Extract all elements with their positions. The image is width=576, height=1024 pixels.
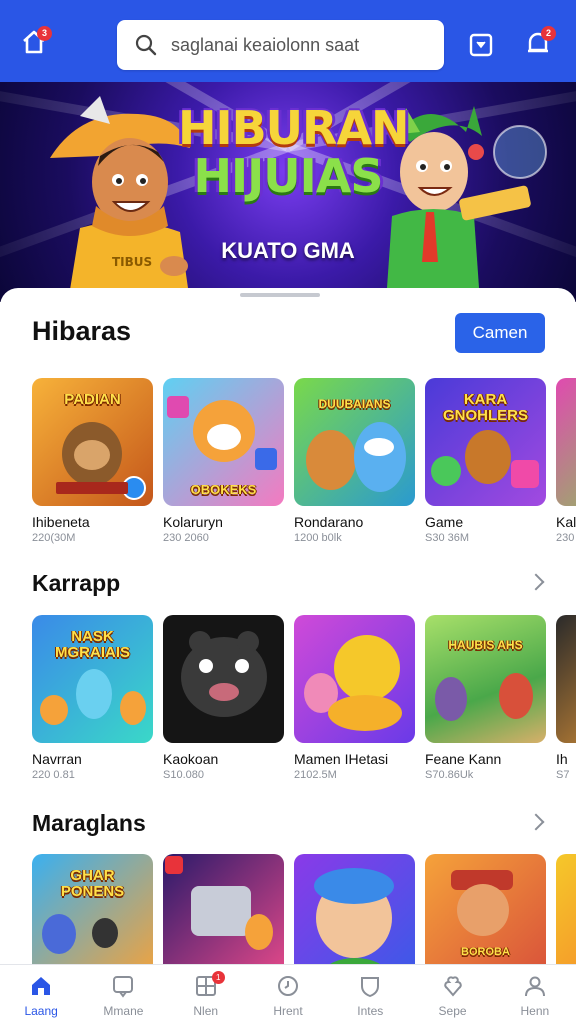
game-thumbnail: [163, 854, 284, 982]
game-card[interactable]: Kal 230: [556, 378, 576, 544]
game-thumbnail: GHAR PONENS: [32, 854, 153, 982]
game-card[interactable]: Kaokoan S10.080: [163, 615, 284, 781]
app-screen: 3 saglanai keaiolonn saat 2 TIBUS HIBURA…: [0, 0, 576, 1024]
game-row-1: PADIAN Ihibeneta 220(30M OBOKEKS Kolarur…: [32, 378, 576, 563]
game-thumbnail: KARA GNOHLERS: [425, 378, 546, 506]
bottom-navigation: Laang Mmane 1 Nlen Hrent Intes Sepe Henn: [0, 964, 576, 1024]
content-sheet: Hibaras Camen PADIAN Ihibeneta 220(30M O…: [0, 288, 576, 982]
nav-badge: 1: [211, 971, 225, 984]
game-card[interactable]: [163, 854, 284, 982]
chat-icon: [111, 974, 135, 998]
game-thumbnail: [294, 854, 415, 982]
top-bar: 3 saglanai keaiolonn saat 2: [0, 0, 576, 82]
game-thumbnail: [294, 615, 415, 743]
game-card[interactable]: [294, 854, 415, 982]
wallet-button[interactable]: [461, 25, 501, 65]
game-thumbnail: PADIAN: [32, 378, 153, 506]
game-card[interactable]: NASK MGRAIAIS Navrran 220 0.81: [32, 615, 153, 781]
nav-item-home[interactable]: Laang: [0, 965, 82, 1024]
game-card[interactable]: Ih S7: [556, 615, 576, 781]
game-thumbnail: [163, 615, 284, 743]
search-bar[interactable]: saglanai keaiolonn saat: [117, 20, 444, 70]
section-title-2: Karrapp: [32, 570, 121, 596]
game-thumbnail: DUUBAIANS: [294, 378, 415, 506]
nav-item-clock[interactable]: Hrent: [247, 965, 329, 1024]
profile-icon: [523, 974, 547, 998]
chevron-right-icon[interactable]: [527, 573, 545, 591]
game-card[interactable]: OBOKEKS Kolaruryn 230 2060: [163, 378, 284, 544]
clock-icon: [276, 974, 300, 998]
gift-icon: [441, 974, 465, 998]
game-thumbnail: HAUBIS AHS: [425, 615, 546, 743]
nav-item-shield[interactable]: Intes: [329, 965, 411, 1024]
notifications-button[interactable]: 2: [518, 22, 558, 62]
search-icon: [135, 34, 157, 56]
game-card[interactable]: KARA GNOHLERS Game S30 36M: [425, 378, 546, 544]
chevron-right-icon[interactable]: [527, 813, 545, 831]
game-card[interactable]: BOROBA: [425, 854, 546, 982]
nav-item-profile[interactable]: Henn: [494, 965, 576, 1024]
search-placeholder: saglanai keaiolonn saat: [171, 34, 360, 55]
section-title-3: Maraglans: [32, 810, 146, 836]
game-card[interactable]: Mamen IHetasi 2102.5M: [294, 615, 415, 781]
game-card[interactable]: [556, 854, 576, 982]
shield-icon: [358, 974, 382, 998]
game-card[interactable]: GHAR PONENS: [32, 854, 153, 982]
game-thumbnail: [556, 378, 576, 506]
game-thumbnail: OBOKEKS: [163, 378, 284, 506]
banner-subtitle: KUATO GMA: [221, 238, 355, 263]
drag-handle[interactable]: [240, 293, 320, 297]
wallet-icon: [469, 33, 493, 57]
game-card[interactable]: HAUBIS AHS Feane Kann S70.86Uk: [425, 615, 546, 781]
section-title-1: Hibaras: [32, 316, 132, 346]
nav-item-grid[interactable]: 1 Nlen: [165, 965, 247, 1024]
notification-badge: 2: [541, 26, 556, 41]
home-button[interactable]: 3: [14, 22, 54, 62]
game-row-2: NASK MGRAIAIS Navrran 220 0.81 Kaokoan S…: [32, 615, 576, 800]
home-icon: [29, 974, 53, 998]
game-card[interactable]: PADIAN Ihibeneta 220(30M: [32, 378, 153, 544]
game-thumbnail: BOROBA: [425, 854, 546, 982]
banner-title: HIBURAN HIJUIAS: [178, 101, 410, 203]
svg-text:TIBUS: TIBUS: [112, 255, 152, 269]
nav-item-chat[interactable]: Mmane: [82, 965, 164, 1024]
game-thumbnail: [556, 615, 576, 743]
hero-banner[interactable]: TIBUS HIBURAN HIJUIAS KUATO GMA: [0, 82, 576, 302]
game-thumbnail: [556, 854, 576, 982]
home-badge: 3: [37, 26, 52, 41]
nav-item-gift[interactable]: Sepe: [411, 965, 493, 1024]
game-thumbnail: NASK MGRAIAIS: [32, 615, 153, 743]
game-card[interactable]: DUUBAIANS Rondarano 1200 b0lk: [294, 378, 415, 544]
section-action-button[interactable]: Camen: [455, 313, 545, 353]
